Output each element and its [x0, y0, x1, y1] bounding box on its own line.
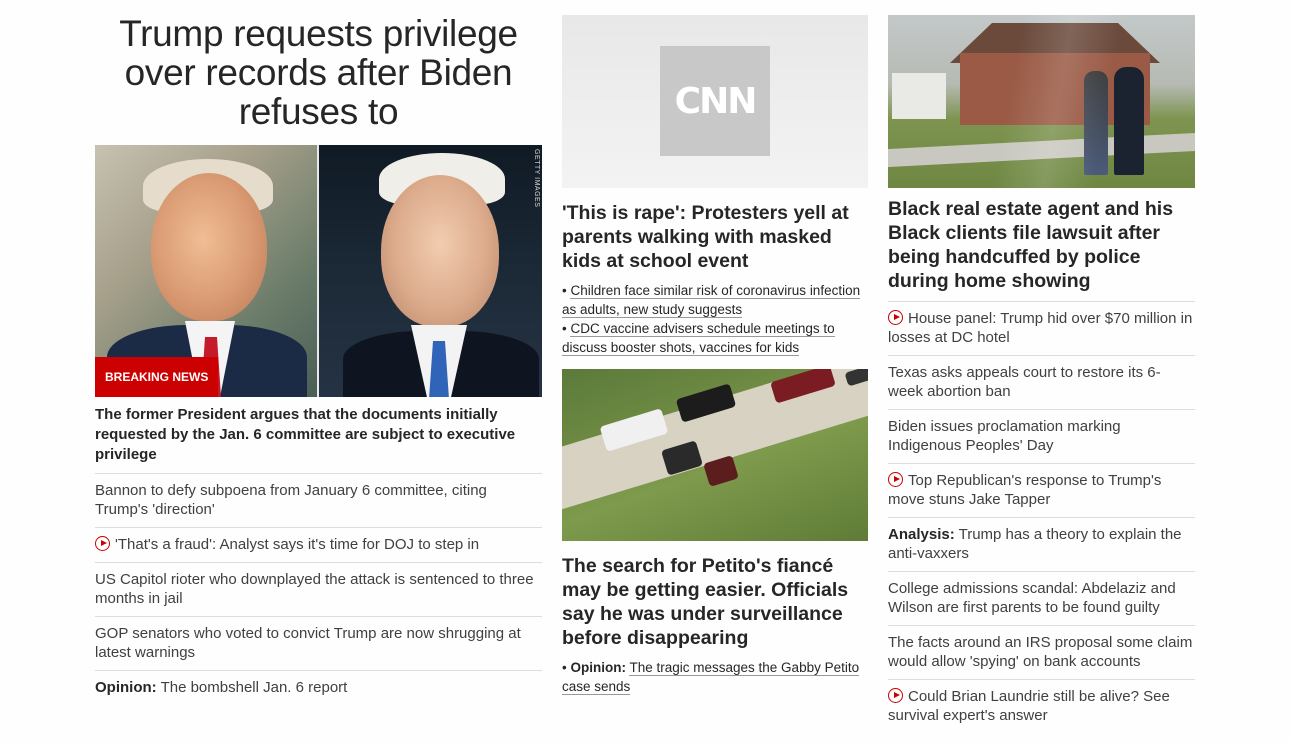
sublink-item[interactable]: • Children face similar risk of coronavi… — [562, 281, 868, 319]
right-headlines-list: House panel: Trump hid over $70 million … — [888, 302, 1195, 733]
headline-item[interactable]: Biden issues proclamation marking Indige… — [888, 410, 1195, 464]
image-credit: GETTY IMAGES — [533, 149, 540, 208]
headline-text: Texas asks appeals court to restore its … — [888, 364, 1161, 400]
headline-item[interactable]: Could Brian Laundrie still be alive? See… — [888, 680, 1195, 733]
story-image-placeholder[interactable]: CNN — [562, 15, 868, 188]
real-estate-headline[interactable]: Black real estate agent and his Black cl… — [888, 197, 1195, 302]
protest-headline[interactable]: 'This is rape': Protesters yell at paren… — [562, 201, 868, 273]
headline-item[interactable]: College admissions scandal: Abdelaziz an… — [888, 572, 1195, 626]
headline-item[interactable]: GOP senators who voted to convict Trump … — [95, 617, 542, 671]
petito-search-image[interactable] — [562, 369, 868, 541]
petito-sublinks: • Opinion: The tragic messages the Gabby… — [562, 658, 868, 696]
headline-text: College admissions scandal: Abdelaziz an… — [888, 580, 1176, 616]
video-play-icon — [95, 536, 110, 551]
headline-text: 'That's a fraud': Analyst says it's time… — [115, 536, 480, 553]
headline-text: Bannon to defy subpoena from January 6 c… — [95, 482, 487, 518]
headline-item[interactable]: Texas asks appeals court to restore its … — [888, 356, 1195, 410]
sublink-item[interactable]: • Opinion: The tragic messages the Gabby… — [562, 658, 868, 696]
headline-text: US Capitol rioter who downplayed the att… — [95, 571, 534, 607]
protest-sublinks: • Children face similar risk of coronavi… — [562, 281, 868, 357]
headline-text: The bombshell Jan. 6 report — [160, 679, 348, 696]
lead-story-image[interactable]: GETTY IMAGES BREAKING NEWS — [95, 145, 542, 397]
headline-item[interactable]: Opinion: The bombshell Jan. 6 report — [95, 671, 542, 705]
headline-text: Biden issues proclamation marking Indige… — [888, 418, 1121, 454]
related-headlines-list: Bannon to defy subpoena from January 6 c… — [95, 474, 542, 705]
video-play-icon — [888, 688, 903, 703]
right-column: Black real estate agent and his Black cl… — [888, 0, 1195, 733]
lead-story-description[interactable]: The former President argues that the doc… — [95, 405, 542, 474]
breaking-news-badge: BREAKING NEWS — [95, 357, 219, 397]
headline-prefix: Analysis: — [888, 526, 955, 543]
headline-text: The facts around an IRS proposal some cl… — [888, 634, 1193, 670]
video-play-icon — [888, 472, 903, 487]
headline-item[interactable]: Bannon to defy subpoena from January 6 c… — [95, 474, 542, 528]
headline-item[interactable]: US Capitol rioter who downplayed the att… — [95, 563, 542, 617]
headline-text: Could Brian Laundrie still be alive? See… — [888, 688, 1170, 724]
headline-text: House panel: Trump hid over $70 million … — [888, 310, 1193, 346]
headline-text: Top Republican's response to Trump's mov… — [888, 472, 1162, 508]
lead-headline[interactable]: Trump requests privilege over records af… — [95, 0, 542, 131]
headline-text: GOP senators who voted to convict Trump … — [95, 625, 521, 661]
cnn-logo-icon: CNN — [660, 46, 770, 156]
headline-prefix: Opinion: — [95, 679, 157, 696]
headline-item[interactable]: Analysis: Trump has a theory to explain … — [888, 518, 1195, 572]
headline-item[interactable]: House panel: Trump hid over $70 million … — [888, 302, 1195, 356]
home-showing-image[interactable] — [888, 15, 1195, 188]
petito-headline[interactable]: The search for Petito's fiancé may be ge… — [562, 554, 868, 650]
middle-column: CNN 'This is rape': Protesters yell at p… — [562, 0, 868, 696]
headline-item[interactable]: The facts around an IRS proposal some cl… — [888, 626, 1195, 680]
lead-story-column: Trump requests privilege over records af… — [95, 0, 542, 705]
headline-item[interactable]: Top Republican's response to Trump's mov… — [888, 464, 1195, 518]
headline-item[interactable]: 'That's a fraud': Analyst says it's time… — [95, 528, 542, 563]
sublink-item[interactable]: • CDC vaccine advisers schedule meetings… — [562, 319, 868, 357]
opinion-prefix: Opinion: — [570, 660, 626, 675]
video-play-icon — [888, 310, 903, 325]
